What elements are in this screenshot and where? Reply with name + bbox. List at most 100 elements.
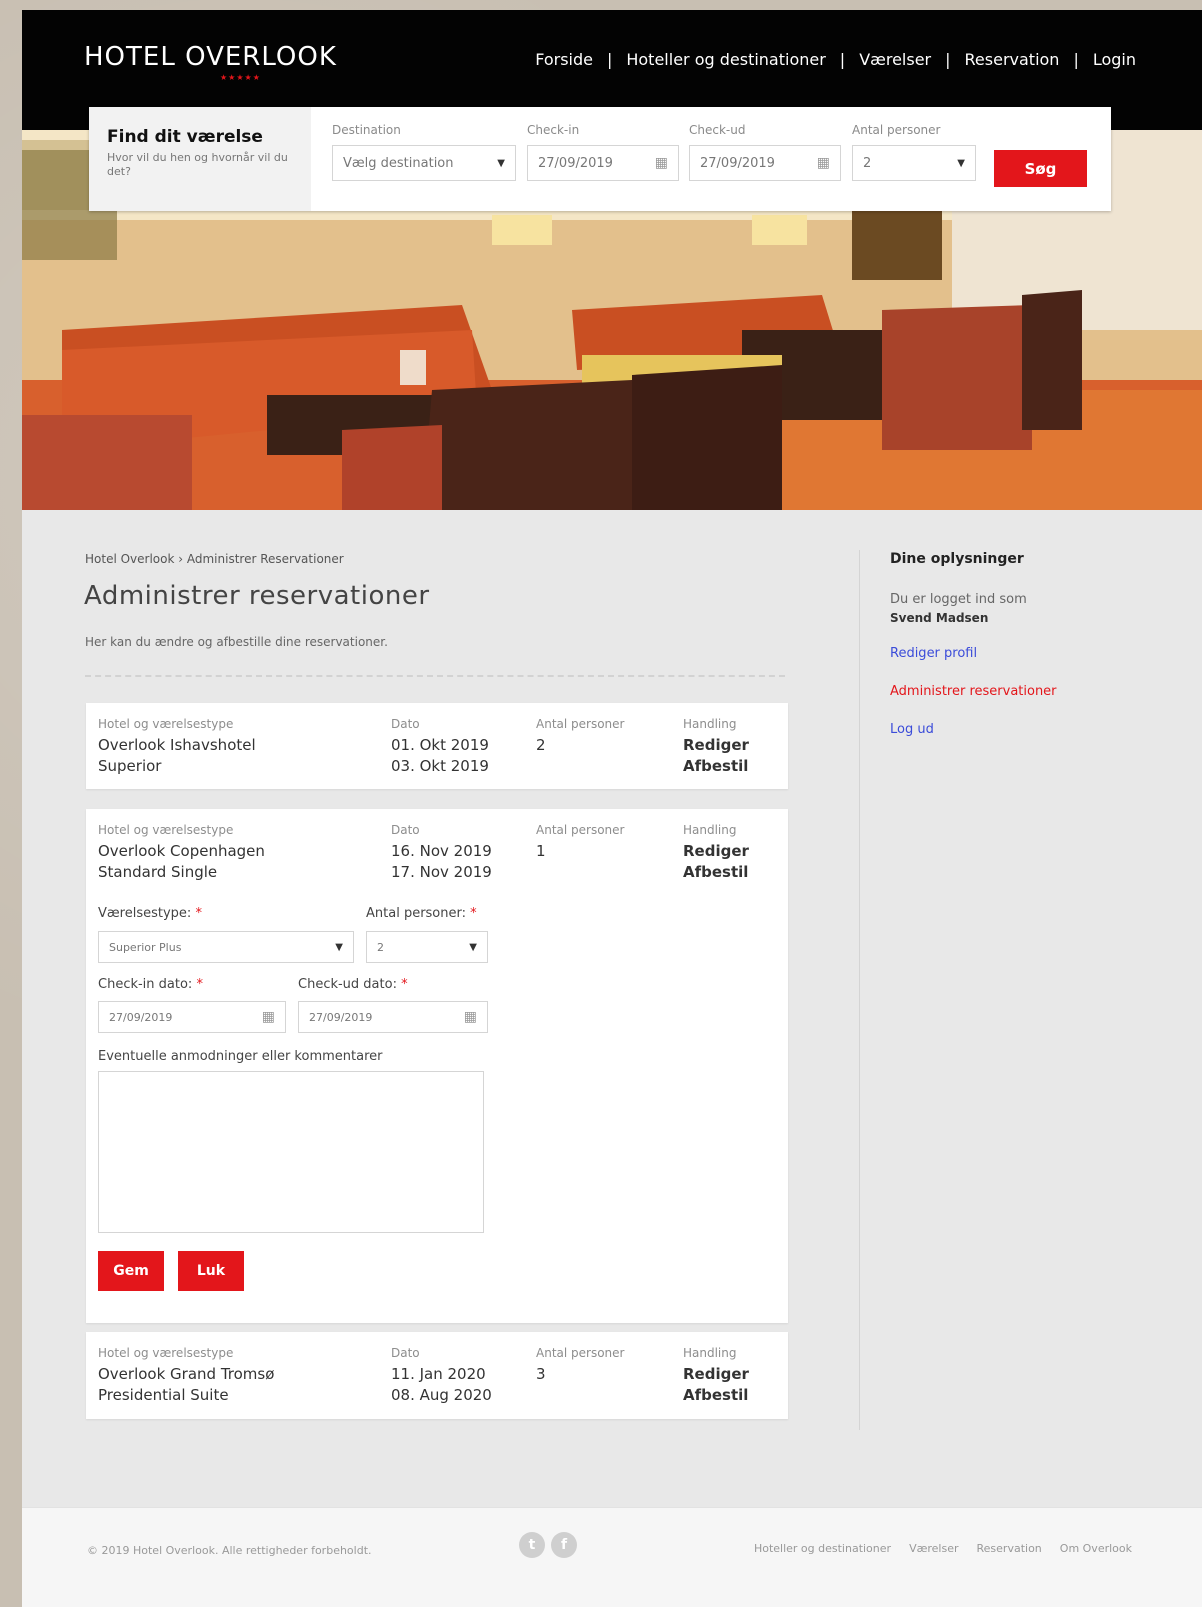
footer-link-om[interactable]: Om Overlook bbox=[1060, 1542, 1132, 1555]
chevron-down-icon: ▼ bbox=[957, 157, 965, 169]
comments-textarea[interactable] bbox=[98, 1071, 484, 1233]
edit-link[interactable]: Rediger bbox=[683, 1364, 749, 1385]
col-persons-header: Antal personer bbox=[536, 823, 625, 837]
checkout-input[interactable]: 27/09/2019 ▦ bbox=[689, 145, 841, 181]
chevron-down-icon: ▼ bbox=[335, 941, 343, 953]
hotel-name: Overlook Ishavshotel bbox=[98, 736, 256, 754]
search-button[interactable]: Søg bbox=[994, 150, 1087, 187]
col-date-header: Dato bbox=[391, 823, 420, 837]
page: HOTEL OVERLOOK ★★★★★ Forside | Hoteller … bbox=[22, 10, 1202, 1607]
calendar-icon[interactable]: ▦ bbox=[655, 155, 668, 171]
edit-checkout-value: 27/09/2019 bbox=[309, 1010, 373, 1024]
search-title: Find dit værelse bbox=[107, 127, 263, 147]
destination-field: Destination Vælg destination ▼ bbox=[332, 123, 516, 181]
calendar-icon[interactable]: ▦ bbox=[817, 155, 830, 171]
checkin-value: 27/09/2019 bbox=[538, 155, 613, 171]
edit-link[interactable]: Rediger bbox=[683, 735, 749, 756]
sidebar-divider bbox=[859, 550, 860, 1430]
room-type: Presidential Suite bbox=[98, 1386, 229, 1404]
edit-link[interactable]: Rediger bbox=[683, 841, 749, 862]
col-hotel-header: Hotel og værelsestype bbox=[98, 1346, 234, 1360]
room-type: Superior bbox=[98, 757, 162, 775]
footer-link-hoteller[interactable]: Hoteller og destinationer bbox=[754, 1542, 891, 1555]
save-button[interactable]: Gem bbox=[98, 1251, 164, 1291]
nav-separator: | bbox=[945, 50, 951, 69]
cancel-link[interactable]: Afbestil bbox=[683, 862, 748, 883]
edit-persons-select[interactable]: 2 ▼ bbox=[366, 931, 488, 963]
copyright: © 2019 Hotel Overlook. Alle rettigheder … bbox=[87, 1544, 372, 1557]
edit-persons-label: Antal personer: * bbox=[366, 906, 477, 921]
cancel-link[interactable]: Afbestil bbox=[683, 1385, 748, 1406]
col-action-header: Handling bbox=[683, 823, 737, 837]
chevron-down-icon: ▼ bbox=[497, 157, 505, 169]
edit-checkin-input[interactable]: 27/09/2019 ▦ bbox=[98, 1001, 286, 1033]
col-action-header: Handling bbox=[683, 1346, 737, 1360]
logo[interactable]: HOTEL OVERLOOK bbox=[84, 42, 337, 72]
room-type: Standard Single bbox=[98, 863, 218, 881]
user-name: Svend Madsen bbox=[890, 611, 989, 625]
manage-reservations-link[interactable]: Administrer reservationer bbox=[890, 684, 1057, 699]
checkout-value: 27/09/2019 bbox=[700, 155, 775, 171]
logo-stars: ★★★★★ bbox=[220, 73, 261, 82]
close-button[interactable]: Luk bbox=[178, 1251, 244, 1291]
main-nav: Forside | Hoteller og destinationer | Væ… bbox=[535, 50, 1136, 69]
social-links: t f bbox=[519, 1532, 577, 1558]
col-date-header: Dato bbox=[391, 717, 420, 731]
chevron-down-icon: ▼ bbox=[469, 941, 477, 953]
nav-login[interactable]: Login bbox=[1093, 50, 1136, 69]
edit-checkin-value: 27/09/2019 bbox=[109, 1010, 173, 1024]
nav-reservation[interactable]: Reservation bbox=[965, 50, 1060, 69]
date-from: 01. Okt 2019 bbox=[391, 736, 489, 754]
col-persons-header: Antal personer bbox=[536, 1346, 625, 1360]
roomtype-select[interactable]: Superior Plus ▼ bbox=[98, 931, 354, 963]
nav-separator: | bbox=[839, 50, 846, 69]
search-intro: Find dit værelse Hvor vil du hen og hvor… bbox=[89, 107, 311, 211]
checkout-label: Check-ud bbox=[689, 123, 746, 137]
col-persons-header: Antal personer bbox=[536, 717, 625, 731]
edit-checkin-label: Check-in dato: * bbox=[98, 977, 203, 992]
footer-link-vaerelser[interactable]: Værelser bbox=[909, 1542, 958, 1555]
footer-link-reservation[interactable]: Reservation bbox=[977, 1542, 1042, 1555]
page-description: Her kan du ændre og afbestille dine rese… bbox=[85, 635, 388, 649]
destination-select[interactable]: Vælg destination ▼ bbox=[332, 145, 516, 181]
col-hotel-header: Hotel og værelsestype bbox=[98, 823, 234, 837]
persons-select[interactable]: 2 ▼ bbox=[852, 145, 976, 181]
nav-forside[interactable]: Forside bbox=[535, 50, 593, 69]
nav-separator: | bbox=[1073, 50, 1079, 69]
logout-link[interactable]: Log ud bbox=[890, 722, 934, 737]
col-action-header: Handling bbox=[683, 717, 737, 731]
reservation-card: Hotel og værelsestype Dato Antal persone… bbox=[86, 1332, 788, 1419]
calendar-icon[interactable]: ▦ bbox=[262, 1009, 275, 1025]
persons-count: 3 bbox=[536, 1365, 546, 1383]
destination-label: Destination bbox=[332, 123, 401, 137]
breadcrumb: Hotel Overlook › Administrer Reservation… bbox=[85, 552, 344, 566]
divider bbox=[85, 675, 785, 677]
edit-persons-value: 2 bbox=[377, 940, 384, 954]
logged-in-text: Du er logget ind som bbox=[890, 592, 1027, 607]
nav-vaerelser[interactable]: Værelser bbox=[859, 50, 931, 69]
persons-count: 1 bbox=[536, 842, 546, 860]
persons-count: 2 bbox=[536, 736, 546, 754]
calendar-icon[interactable]: ▦ bbox=[464, 1009, 477, 1025]
twitter-icon[interactable]: t bbox=[519, 1532, 545, 1558]
nav-hoteller[interactable]: Hoteller og destinationer bbox=[626, 50, 825, 69]
date-from: 11. Jan 2020 bbox=[391, 1365, 486, 1383]
edit-checkout-input[interactable]: 27/09/2019 ▦ bbox=[298, 1001, 488, 1033]
facebook-icon[interactable]: f bbox=[551, 1532, 577, 1558]
comments-label: Eventuelle anmodninger eller kommentarer bbox=[98, 1049, 383, 1064]
edit-checkout-label: Check-ud dato: * bbox=[298, 977, 408, 992]
cancel-link[interactable]: Afbestil bbox=[683, 756, 748, 777]
persons-value: 2 bbox=[863, 155, 872, 171]
search-subtitle: Hvor vil du hen og hvornår vil du det? bbox=[107, 151, 288, 178]
checkin-input[interactable]: 27/09/2019 ▦ bbox=[527, 145, 679, 181]
edit-profile-link[interactable]: Rediger profil bbox=[890, 646, 977, 661]
site-footer: © 2019 Hotel Overlook. Alle rettigheder … bbox=[22, 1507, 1202, 1607]
date-to: 03. Okt 2019 bbox=[391, 757, 489, 775]
destination-value: Vælg destination bbox=[343, 155, 454, 171]
checkin-field: Check-in 27/09/2019 ▦ bbox=[527, 123, 679, 181]
date-to: 17. Nov 2019 bbox=[391, 863, 492, 881]
date-from: 16. Nov 2019 bbox=[391, 842, 492, 860]
hotel-name: Overlook Copenhagen bbox=[98, 842, 265, 860]
nav-separator: | bbox=[606, 50, 613, 69]
persons-field: Antal personer 2 ▼ bbox=[852, 123, 976, 181]
